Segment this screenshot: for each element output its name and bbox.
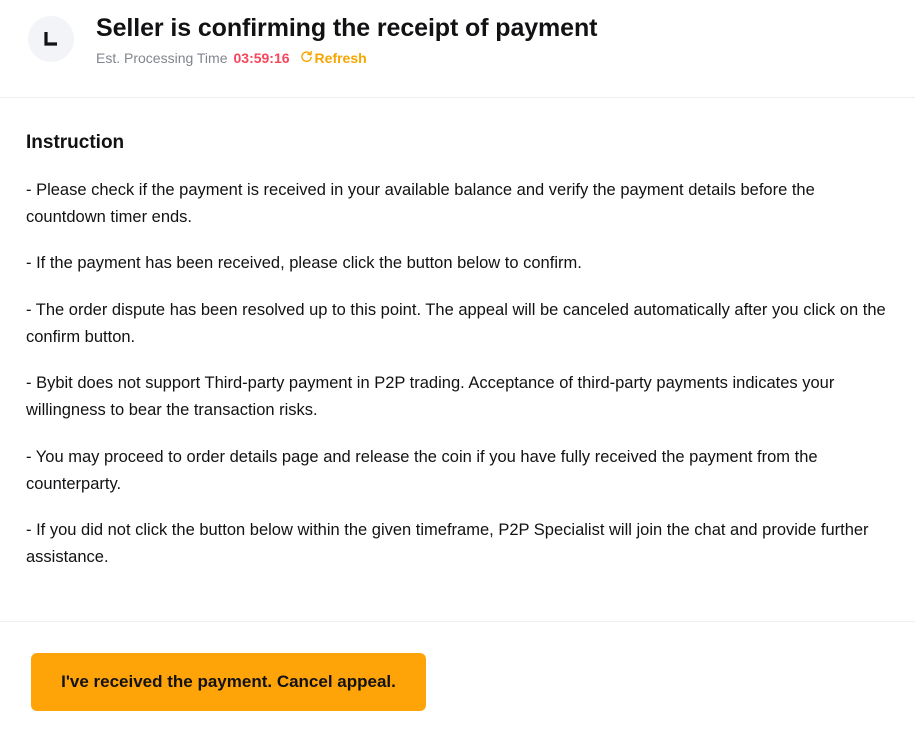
instruction-item: - If the payment has been received, plea… xyxy=(26,254,582,273)
clock-icon xyxy=(28,16,74,62)
refresh-button[interactable]: Refresh xyxy=(300,50,367,66)
processing-time-label: Est. Processing Time xyxy=(96,50,228,66)
instruction-item: - If you did not click the button below … xyxy=(26,520,869,566)
page-title: Seller is confirming the receipt of paym… xyxy=(96,14,598,42)
instruction-item: - Please check if the payment is receive… xyxy=(26,181,815,226)
status-header: Seller is confirming the receipt of paym… xyxy=(0,0,915,98)
countdown-timer: 03:59:16 xyxy=(233,50,290,66)
processing-time-row: Est. Processing Time 03:59:16 Refresh xyxy=(96,49,367,67)
order-status-page: Seller is confirming the receipt of paym… xyxy=(0,0,915,734)
instruction-item: - You may proceed to order details page … xyxy=(26,447,818,493)
instruction-heading: Instruction xyxy=(26,132,125,153)
action-footer: I've received the payment. Cancel appeal… xyxy=(0,621,915,734)
refresh-label: Refresh xyxy=(314,50,367,66)
refresh-icon xyxy=(300,50,313,66)
confirm-payment-button[interactable]: I've received the payment. Cancel appeal… xyxy=(31,653,426,711)
instruction-list: - Please check if the payment is receive… xyxy=(26,177,896,590)
instruction-item: - Bybit does not support Third-party pay… xyxy=(26,374,835,420)
instruction-item: - The order dispute has been resolved up… xyxy=(26,300,886,346)
